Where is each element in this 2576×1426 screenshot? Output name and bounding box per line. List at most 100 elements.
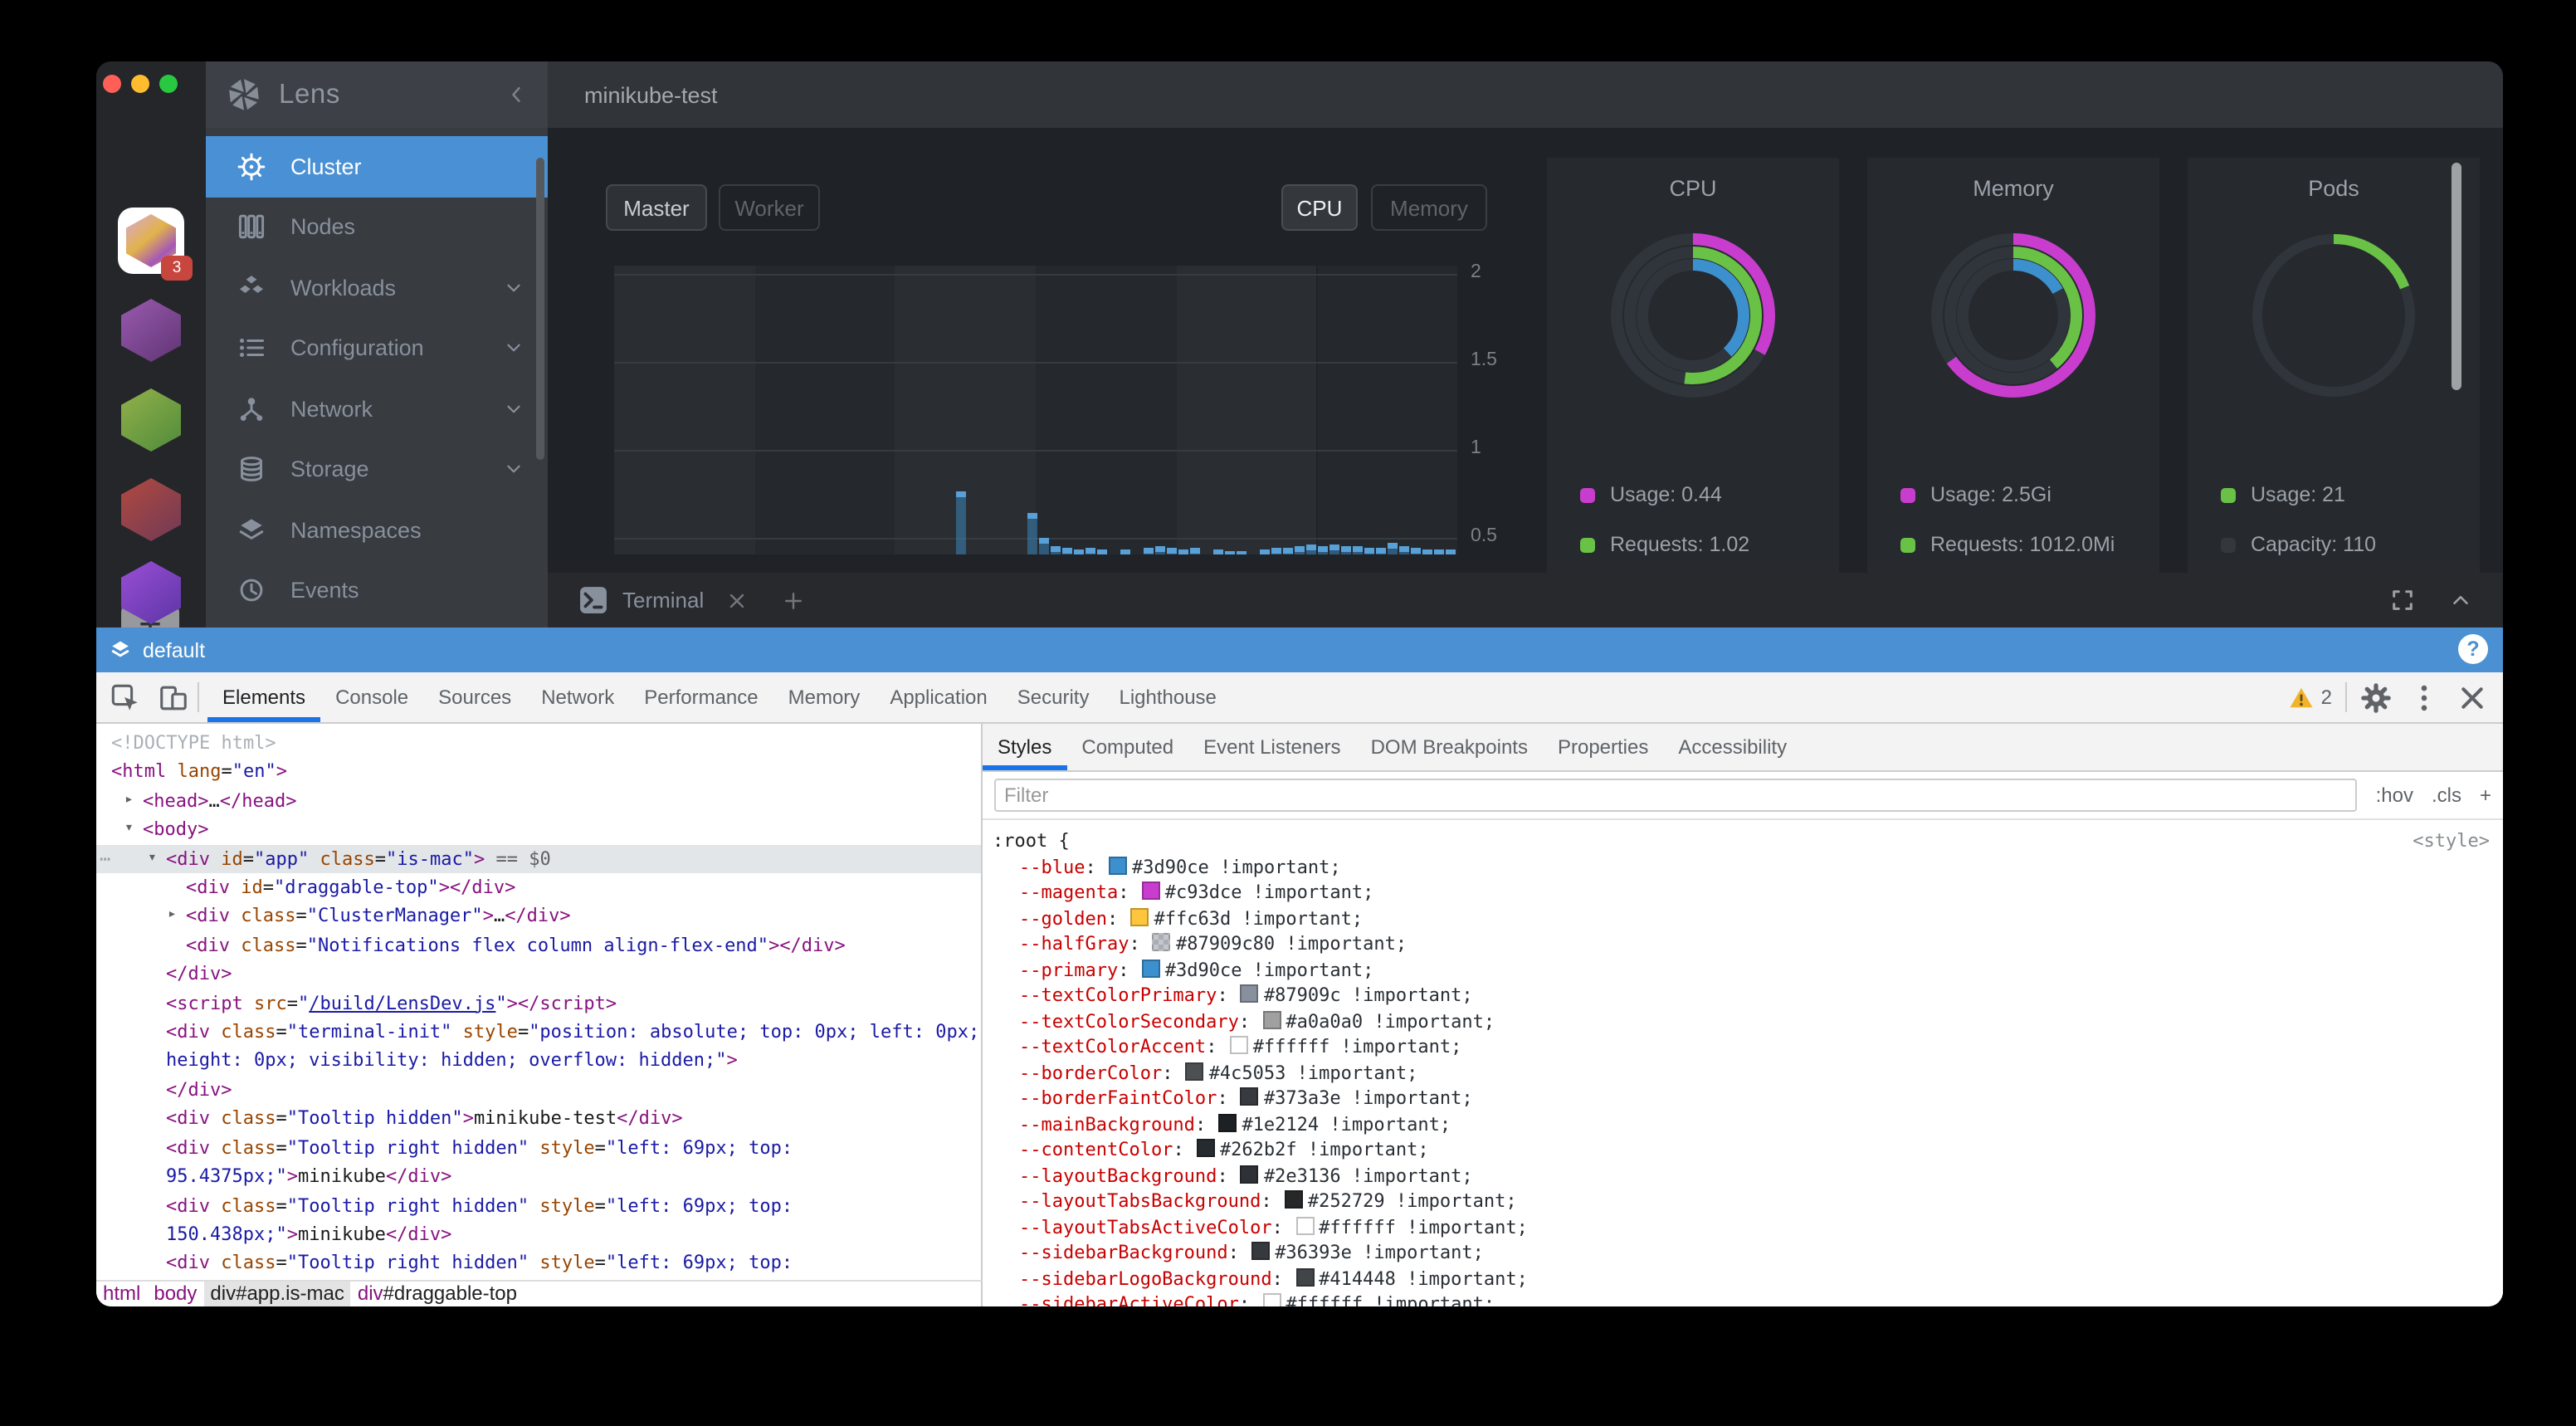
dom-tree-node[interactable]: <div class="Tooltip right hidden" style=…	[96, 1133, 981, 1191]
devtools-tab-elements[interactable]: Elements	[207, 672, 320, 722]
dom-tree-node[interactable]: ▸<div class="ClusterManager">…</div>	[96, 902, 981, 931]
metric-tab-cpu[interactable]: CPU	[1281, 184, 1358, 231]
devtools-menu-icon[interactable]	[2408, 681, 2440, 713]
dom-tree-node[interactable]: <div id="draggable-top"></div>	[96, 873, 981, 902]
css-property[interactable]: --borderColor: #4c5053 !important;	[993, 1060, 2490, 1086]
dom-tree-node[interactable]: <div class="Tooltip hidden">minikube-tes…	[96, 1105, 981, 1134]
sidebar-item-storage[interactable]: Storage	[206, 439, 548, 500]
cluster-rail-item[interactable]	[118, 476, 184, 543]
styles-filter-input[interactable]	[994, 779, 2358, 812]
color-swatch[interactable]	[1109, 856, 1127, 874]
devtools-tab-performance[interactable]: Performance	[629, 672, 773, 722]
color-swatch[interactable]	[1142, 881, 1160, 900]
dom-tree-node[interactable]: <div class="Tooltip right hidden" style=…	[96, 1249, 981, 1280]
expand-arrow-icon[interactable]: ▸	[124, 787, 134, 816]
style-source[interactable]: <style>	[2413, 828, 2490, 854]
css-property[interactable]: --contentColor: #262b2f !important;	[993, 1137, 2490, 1163]
cluster-rail-item[interactable]	[118, 559, 184, 626]
dom-tree-node[interactable]: </div>	[96, 1076, 981, 1105]
devtools-tab-application[interactable]: Application	[875, 672, 1002, 722]
window-close-button[interactable]	[103, 75, 121, 93]
terminal-tab[interactable]: Terminal	[622, 588, 704, 613]
styles-tab-styles[interactable]: Styles	[983, 724, 1066, 770]
namespace-label[interactable]: default	[143, 638, 205, 662]
css-property[interactable]: --sidebarActiveColor: #ffffff !important…	[993, 1292, 2490, 1306]
color-swatch[interactable]	[1241, 984, 1259, 1003]
css-property[interactable]: --sidebarBackground: #36393e !important;	[993, 1240, 2490, 1266]
color-swatch[interactable]	[1262, 1293, 1281, 1306]
styles-toggle-cls[interactable]: .cls	[2432, 784, 2461, 807]
css-property[interactable]: --sidebarLogoBackground: #414448 !import…	[993, 1266, 2490, 1292]
devtools-tab-network[interactable]: Network	[526, 672, 629, 722]
terminal-fullscreen-icon[interactable]	[2390, 588, 2415, 613]
sidebar-scrollbar[interactable]	[536, 158, 544, 460]
expand-arrow-icon[interactable]: ▾	[124, 815, 134, 844]
color-swatch[interactable]	[1186, 1062, 1204, 1080]
expand-arrow-icon[interactable]: ▾	[148, 844, 157, 873]
devtools-settings-icon[interactable]	[2360, 681, 2392, 713]
color-swatch[interactable]	[1241, 1087, 1259, 1106]
css-property[interactable]: --magenta: #c93dce !important;	[993, 880, 2490, 906]
window-minimize-button[interactable]	[131, 75, 149, 93]
cluster-rail-item[interactable]: 3	[118, 208, 184, 274]
styles-toggle-hov[interactable]: :hov	[2376, 784, 2413, 807]
dom-tree-node[interactable]: <div class="Notifications flex column al…	[96, 931, 981, 960]
devtools-tab-memory[interactable]: Memory	[773, 672, 876, 722]
cluster-rail-item[interactable]	[118, 297, 184, 364]
devtools-close-icon[interactable]	[2456, 681, 2488, 713]
dom-tree-node[interactable]: <div class="Tooltip right hidden" style=…	[96, 1191, 981, 1249]
css-property[interactable]: --golden: #ffc63d !important;	[993, 906, 2490, 931]
css-property[interactable]: --mainBackground: #1e2124 !important;	[993, 1111, 2490, 1137]
cluster-rail-item[interactable]	[118, 387, 184, 453]
color-swatch[interactable]	[1197, 1139, 1215, 1157]
color-swatch[interactable]	[1262, 1010, 1281, 1028]
color-swatch[interactable]	[1142, 959, 1160, 977]
color-swatch[interactable]	[1295, 1267, 1314, 1286]
dom-tree-node[interactable]: <div class="terminal-init" style="positi…	[96, 1018, 981, 1076]
sidebar-item-events[interactable]: Events	[206, 560, 548, 621]
metric-tab-memory[interactable]: Memory	[1371, 184, 1487, 231]
terminal-add-icon[interactable]	[782, 588, 805, 612]
styles-tab-accessibility[interactable]: Accessibility	[1663, 724, 1802, 770]
css-property[interactable]: --layoutTabsActiveColor: #ffffff !import…	[993, 1214, 2490, 1240]
dom-tree-node[interactable]: ▾<body>	[96, 815, 981, 844]
devtools-tab-console[interactable]: Console	[320, 672, 423, 722]
styles-toggle-[interactable]: +	[2480, 784, 2491, 807]
css-property[interactable]: --textColorPrimary: #87909c !important;	[993, 983, 2490, 1008]
breadcrumb-item[interactable]: body	[147, 1282, 203, 1306]
dom-tree-node[interactable]: </div>	[96, 960, 981, 989]
color-swatch[interactable]	[1251, 1242, 1270, 1260]
window-zoom-button[interactable]	[159, 75, 178, 93]
sidebar-item-configuration[interactable]: Configuration	[206, 318, 548, 378]
styles-tab-event-listeners[interactable]: Event Listeners	[1188, 724, 1355, 770]
css-property[interactable]: --borderFaintColor: #373a3e !important;	[993, 1086, 2490, 1111]
sidebar-item-nodes[interactable]: Nodes	[206, 197, 548, 257]
css-property[interactable]: --blue: #3d90ce !important;	[993, 854, 2490, 880]
node-tab-master[interactable]: Master	[606, 184, 707, 231]
content-scrollbar[interactable]	[2452, 163, 2461, 390]
devtools-tab-sources[interactable]: Sources	[423, 672, 526, 722]
sidebar-item-workloads[interactable]: Workloads	[206, 257, 548, 318]
css-property[interactable]: --halfGray: #87909c80 !important;	[993, 931, 2490, 957]
devtools-tab-lighthouse[interactable]: Lighthouse	[1104, 672, 1231, 722]
devtools-tab-security[interactable]: Security	[1003, 672, 1105, 722]
sidebar-collapse-icon[interactable]	[505, 83, 528, 106]
css-property[interactable]: --textColorSecondary: #a0a0a0 !important…	[993, 1008, 2490, 1034]
device-toolbar-icon[interactable]	[158, 681, 189, 713]
breadcrumb-item[interactable]: html	[96, 1282, 147, 1306]
dom-tree-node[interactable]: <html lang="en">	[96, 758, 981, 787]
dom-tree-node[interactable]: ⋯▾<div id="app" class="is-mac"> == $0	[96, 844, 981, 873]
color-swatch[interactable]	[1218, 1113, 1237, 1131]
css-property[interactable]: --primary: #3d90ce !important;	[993, 957, 2490, 983]
color-swatch[interactable]	[1295, 1216, 1314, 1234]
terminal-close-icon[interactable]	[725, 588, 749, 612]
styles-tab-computed[interactable]: Computed	[1066, 724, 1188, 770]
styles-tab-properties[interactable]: Properties	[1543, 724, 1663, 770]
styles-tab-dom-breakpoints[interactable]: DOM Breakpoints	[1356, 724, 1543, 770]
breadcrumb-item[interactable]: div#app.is-mac	[203, 1282, 350, 1306]
color-swatch[interactable]	[1230, 1036, 1248, 1054]
terminal-collapse-icon[interactable]	[2448, 588, 2473, 613]
console-warnings[interactable]: 2	[2290, 685, 2332, 710]
expand-arrow-icon[interactable]: ▸	[168, 902, 177, 931]
color-swatch[interactable]	[1241, 1165, 1259, 1183]
